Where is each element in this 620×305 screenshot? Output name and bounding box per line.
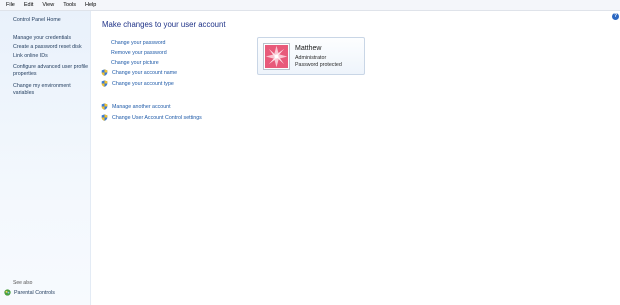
uac-shield-icon — [101, 114, 108, 121]
sidebar-environment-variables[interactable]: Change my environment variables — [13, 83, 89, 96]
remove-password-link[interactable]: Remove your password — [111, 50, 167, 56]
account-role: Administrator — [295, 55, 327, 61]
sidebar: Control Panel Home Manage your credentia… — [0, 11, 91, 305]
menu-file[interactable]: File — [6, 2, 15, 8]
change-account-type-link[interactable]: Change your account type — [101, 80, 174, 87]
uac-shield-icon — [101, 69, 108, 76]
uac-shield-icon — [101, 103, 108, 110]
uac-settings-link[interactable]: Change User Account Control settings — [101, 114, 202, 121]
change-picture-link[interactable]: Change your picture — [111, 60, 159, 66]
sidebar-link-online-ids[interactable]: Link online IDs — [13, 53, 89, 60]
see-also-label: See also — [13, 280, 33, 286]
sidebar-control-panel-home[interactable]: Control Panel Home — [13, 17, 89, 24]
help-icon[interactable]: ? — [612, 13, 619, 20]
page-title: Make changes to your user account — [102, 20, 226, 29]
menu-view[interactable]: View — [42, 2, 54, 8]
change-password-link[interactable]: Change your password — [111, 40, 165, 46]
account-name: Matthew — [295, 45, 322, 52]
manage-another-account-label: Manage another account — [112, 103, 171, 110]
menu-help[interactable]: Help — [85, 2, 96, 8]
parental-controls-label: Parental Controls — [14, 289, 55, 296]
sidebar-configure-profile[interactable]: Configure advanced user profile properti… — [13, 64, 89, 77]
menu-edit[interactable]: Edit — [24, 2, 33, 8]
sidebar-create-reset-disk[interactable]: Create a password reset disk — [13, 44, 89, 51]
account-card: Matthew Administrator Password protected — [257, 37, 365, 75]
menu-bar: File Edit View Tools Help — [0, 0, 620, 11]
change-account-type-label: Change your account type — [112, 80, 174, 87]
uac-shield-icon — [101, 80, 108, 87]
change-account-name-link[interactable]: Change your account name — [101, 69, 177, 76]
menu-tools[interactable]: Tools — [63, 2, 76, 8]
avatar-flower-picture — [265, 45, 288, 68]
parental-controls-icon — [4, 289, 11, 296]
change-account-name-label: Change your account name — [112, 69, 178, 76]
sidebar-manage-credentials[interactable]: Manage your credentials — [13, 35, 89, 42]
manage-another-account-link[interactable]: Manage another account — [101, 103, 171, 110]
avatar[interactable] — [263, 43, 290, 70]
uac-settings-label: Change User Account Control settings — [112, 114, 202, 121]
account-password-status: Password protected — [295, 62, 342, 68]
sidebar-parental-controls[interactable]: Parental Controls — [4, 289, 55, 296]
